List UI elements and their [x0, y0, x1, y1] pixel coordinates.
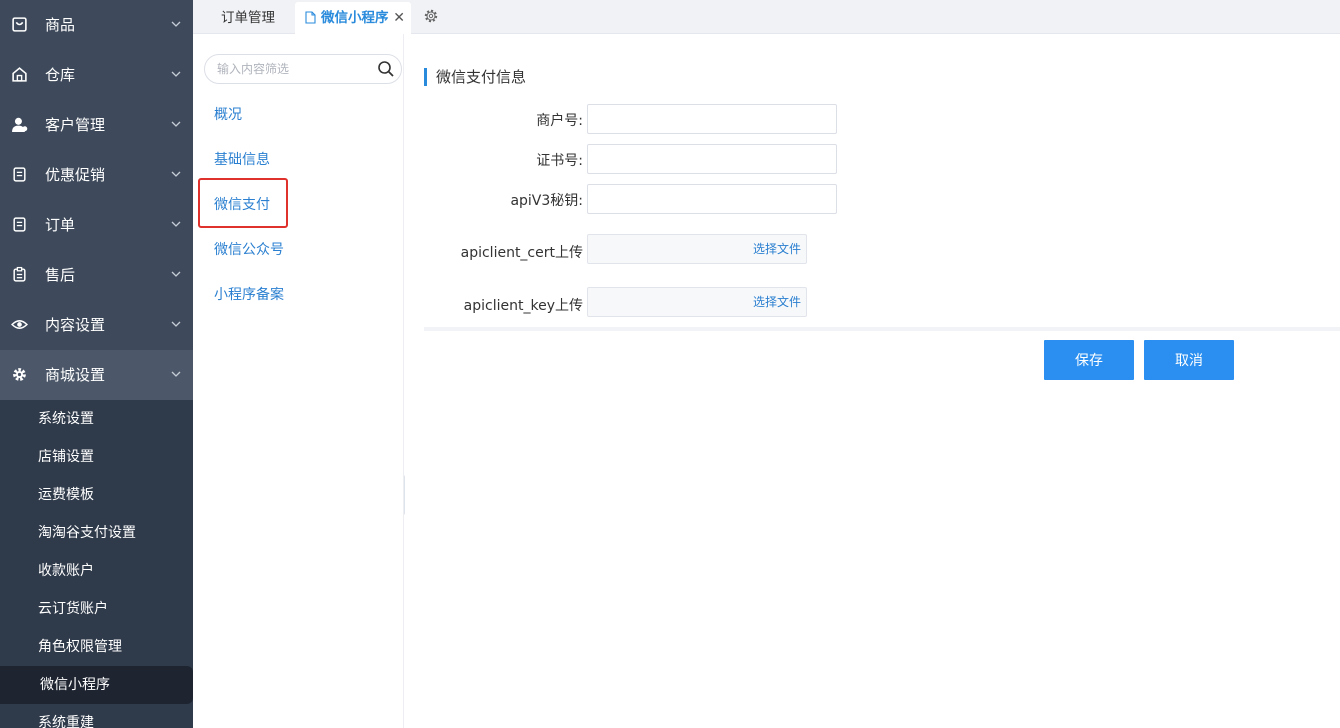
promotion-icon [13, 167, 26, 182]
apiv3-key-label: apiV3秘钥: [510, 193, 583, 209]
sidebar-item-promotions[interactable]: 优惠促销 [0, 150, 193, 200]
chevron-down-icon [171, 21, 181, 27]
sidebar-subitem-cloud-order-account[interactable]: 云订货账户 [0, 590, 193, 628]
sidebar-item-orders[interactable]: 订单 [0, 200, 193, 250]
sidebar-subitem-system-settings[interactable]: 系统设置 [0, 400, 193, 438]
chevron-down-icon [171, 321, 181, 327]
sidebar-subitem-payment-settings[interactable]: 淘淘谷支付设置 [0, 514, 193, 552]
sidebar-subitem-wechat-miniprogram[interactable]: 微信小程序 [0, 666, 193, 704]
choose-file-button[interactable]: 选择文件 [753, 288, 801, 316]
product-icon [12, 17, 27, 32]
sidebar-item-label: 内容设置 [45, 316, 106, 334]
divider [424, 327, 1340, 331]
apiv3-key-input[interactable] [587, 184, 837, 214]
gear-icon [13, 368, 26, 381]
tab-order-management[interactable]: 订单管理 [221, 2, 275, 34]
key-file-picker[interactable]: 选择文件 [587, 287, 807, 317]
search-icon[interactable] [377, 60, 395, 78]
save-button[interactable]: 保存 [1044, 340, 1134, 380]
cert-file-picker[interactable]: 选择文件 [587, 234, 807, 264]
menu-link-wechat-official-account[interactable]: 微信公众号 [214, 239, 284, 259]
chevron-down-icon [171, 71, 181, 77]
menu-link-miniprogram-filing[interactable]: 小程序备案 [214, 284, 284, 304]
sidebar-item-label: 优惠促销 [45, 166, 106, 184]
sidebar: 商品 仓库 客户管理 优惠促销 订单 售后 内容设置 商城设置 系统设置 店铺设… [0, 0, 193, 728]
merchant-id-label: 商户号: [536, 113, 583, 129]
chevron-down-icon [171, 121, 181, 127]
menu-link-overview[interactable]: 概况 [214, 104, 242, 124]
close-icon[interactable]: ✕ [393, 2, 405, 34]
sidebar-subitem-system-rebuild[interactable]: 系统重建 [0, 704, 193, 728]
tab-label: 微信小程序 [321, 10, 389, 26]
chevron-down-icon [171, 171, 181, 177]
mall-settings-submenu: 系统设置 店铺设置 运费模板 淘淘谷支付设置 收款账户 云订货账户 角色权限管理… [0, 400, 193, 728]
sidebar-subitem-store-settings[interactable]: 店铺设置 [0, 438, 193, 476]
sidebar-item-warehouse[interactable]: 仓库 [0, 50, 193, 100]
sidebar-item-label: 商城设置 [45, 366, 106, 384]
merchant-id-input[interactable] [587, 104, 837, 134]
sidebar-item-after-sales[interactable]: 售后 [0, 250, 193, 300]
sidebar-item-label: 售后 [45, 266, 76, 284]
sidebar-subitem-receiving-account[interactable]: 收款账户 [0, 552, 193, 590]
sidebar-item-label: 仓库 [45, 66, 76, 84]
sidebar-subitem-shipping-template[interactable]: 运费模板 [0, 476, 193, 514]
chevron-down-icon [171, 271, 181, 277]
secondary-menu: 概况 基础信息 微信支付 微信公众号 小程序备案 [193, 34, 404, 728]
cancel-button[interactable]: 取消 [1144, 340, 1234, 380]
eye-icon [11, 320, 28, 329]
chevron-down-icon [171, 221, 181, 227]
main-content: 微信支付信息 商户号: 证书号: apiV3秘钥: apiclient_cert… [405, 34, 1340, 728]
cert-number-input[interactable] [587, 144, 837, 174]
after-sales-icon [13, 266, 26, 282]
settings-gear-icon[interactable] [423, 8, 439, 24]
cert-number-label: 证书号: [536, 153, 583, 169]
sidebar-item-content-settings[interactable]: 内容设置 [0, 300, 193, 350]
tab-bar: 订单管理 微信小程序 ✕ [193, 0, 1340, 34]
sidebar-item-label: 客户管理 [45, 116, 106, 134]
order-icon [13, 217, 26, 232]
warehouse-icon [12, 67, 27, 82]
sidebar-item-products[interactable]: 商品 [0, 0, 193, 50]
section-title: 微信支付信息 [424, 68, 526, 86]
sidebar-item-label: 商品 [45, 16, 76, 34]
menu-link-basic-info[interactable]: 基础信息 [214, 149, 270, 169]
menu-link-wechat-pay[interactable]: 微信支付 [214, 194, 270, 214]
sidebar-item-label: 订单 [45, 216, 76, 234]
filter-input[interactable] [217, 60, 367, 78]
sidebar-subitem-role-permissions[interactable]: 角色权限管理 [0, 628, 193, 666]
tab-wechat-miniprogram[interactable]: 微信小程序 ✕ [295, 2, 411, 34]
cert-upload-label: apiclient_cert上传 [460, 245, 583, 261]
chevron-down-icon [171, 371, 181, 377]
sidebar-item-mall-settings[interactable]: 商城设置 [0, 350, 193, 400]
filter-box [204, 54, 402, 84]
user-icon [12, 117, 28, 132]
sidebar-item-customers[interactable]: 客户管理 [0, 100, 193, 150]
document-icon [305, 11, 316, 24]
key-upload-label: apiclient_key上传 [463, 298, 583, 314]
choose-file-button[interactable]: 选择文件 [753, 235, 801, 263]
